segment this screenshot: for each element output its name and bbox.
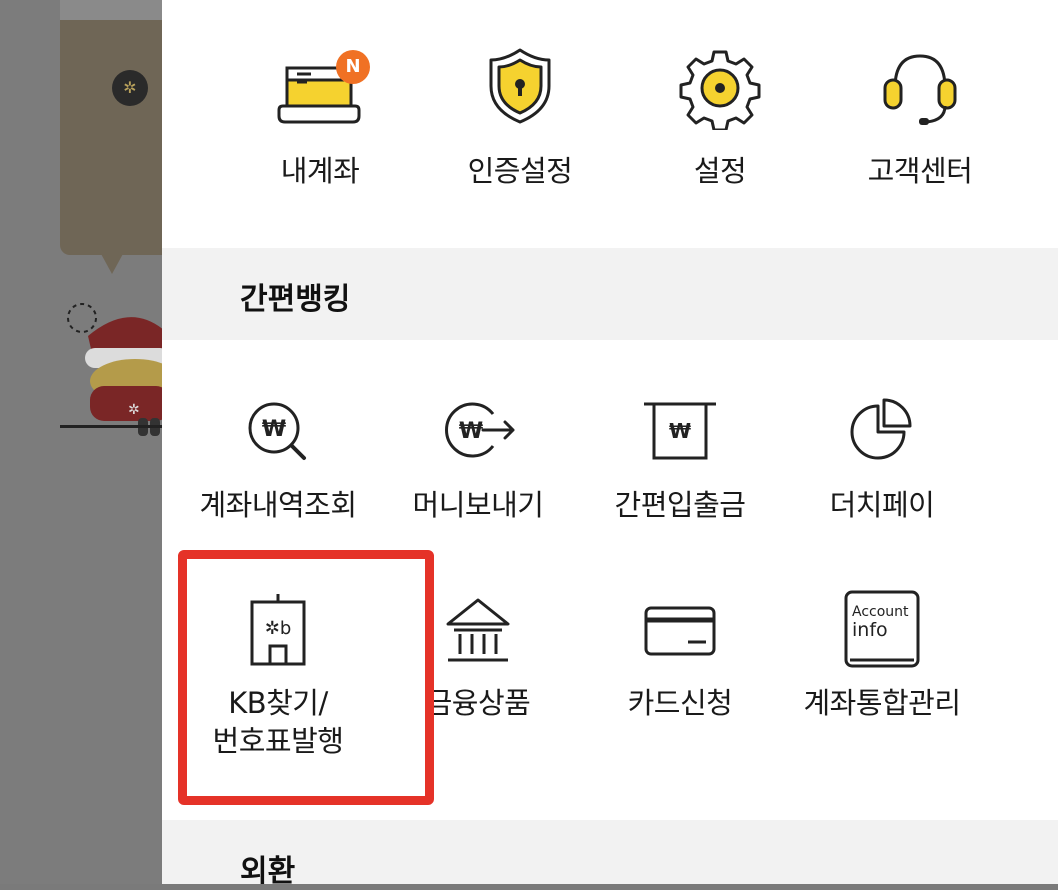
credit-card-icon	[644, 606, 716, 656]
account-info-icon: Account info	[844, 590, 920, 668]
won-search-icon: ₩	[248, 402, 306, 460]
menu-item-customer-center[interactable]: 고객센터	[820, 40, 1020, 190]
menu-item-dutch-pay[interactable]: 더치페이	[782, 392, 982, 524]
menu-item-label: 카드신청	[627, 686, 733, 720]
new-badge: N	[336, 50, 370, 84]
menu-item-send-money[interactable]: ₩ 머니보내기	[378, 392, 578, 524]
menu-item-auth-settings[interactable]: 인증설정	[420, 40, 620, 190]
easy-banking-row-1: ₩ 계좌내역조회 ₩ 머니보내기 ₩ 간편입출금 더치페이	[162, 392, 1058, 542]
section-title: 간편뱅킹	[240, 282, 351, 317]
background-card	[60, 0, 162, 255]
background-app-overlay: ✲ ✲	[0, 0, 162, 884]
kb-logo-icon: ✲	[112, 70, 148, 106]
menu-item-label: 계좌내역조회	[199, 488, 357, 522]
menu-item-label: 내계좌	[280, 154, 360, 188]
menu-item-label: 설정	[693, 154, 747, 188]
top-quick-menu: N 내계좌 인증설정 설정 고객센터	[162, 40, 1058, 190]
section-title: 외환	[240, 854, 296, 889]
menu-item-label: 계좌통합관리	[803, 686, 961, 720]
menu-item-settings[interactable]: 설정	[620, 40, 820, 190]
menu-item-label: 더치페이	[829, 488, 935, 522]
headset-icon	[883, 54, 957, 125]
menu-item-account-integration[interactable]: Account info 계좌통합관리	[782, 590, 982, 722]
info-icon-text: info	[852, 619, 888, 641]
menu-item-transaction-history[interactable]: ₩ 계좌내역조회	[178, 392, 378, 524]
mascot-character-icon: ✲	[67, 303, 162, 436]
pie-chart-icon	[850, 398, 912, 460]
menu-item-label: 간편입출금	[614, 488, 746, 522]
menu-item-my-account[interactable]: N 내계좌	[220, 40, 420, 190]
menu-item-label: 머니보내기	[412, 488, 544, 522]
section-header-easy-banking: 간편뱅킹	[162, 248, 1058, 340]
highlight-box	[178, 550, 434, 805]
svg-text:₩: ₩	[262, 417, 286, 442]
won-send-icon: ₩	[445, 402, 515, 458]
background-divider	[60, 425, 162, 428]
section-header-forex: 외환	[162, 820, 1058, 889]
gear-icon	[679, 50, 761, 130]
svg-text:✲: ✲	[128, 402, 140, 418]
won-atm-icon: ₩	[644, 402, 716, 460]
bank-icon	[446, 598, 510, 662]
menu-item-easy-withdrawal[interactable]: ₩ 간편입출금	[580, 392, 780, 524]
menu-item-label: 인증설정	[467, 154, 573, 188]
background-card-header	[60, 0, 162, 20]
svg-text:₩: ₩	[669, 419, 691, 443]
svg-text:₩: ₩	[459, 419, 483, 444]
shield-lock-icon	[489, 48, 551, 124]
menu-item-card-application[interactable]: 카드신청	[580, 590, 780, 722]
menu-item-label: 고객센터	[867, 154, 973, 188]
account-icon-text: Account	[852, 604, 909, 620]
background-card-pointer	[100, 252, 124, 274]
